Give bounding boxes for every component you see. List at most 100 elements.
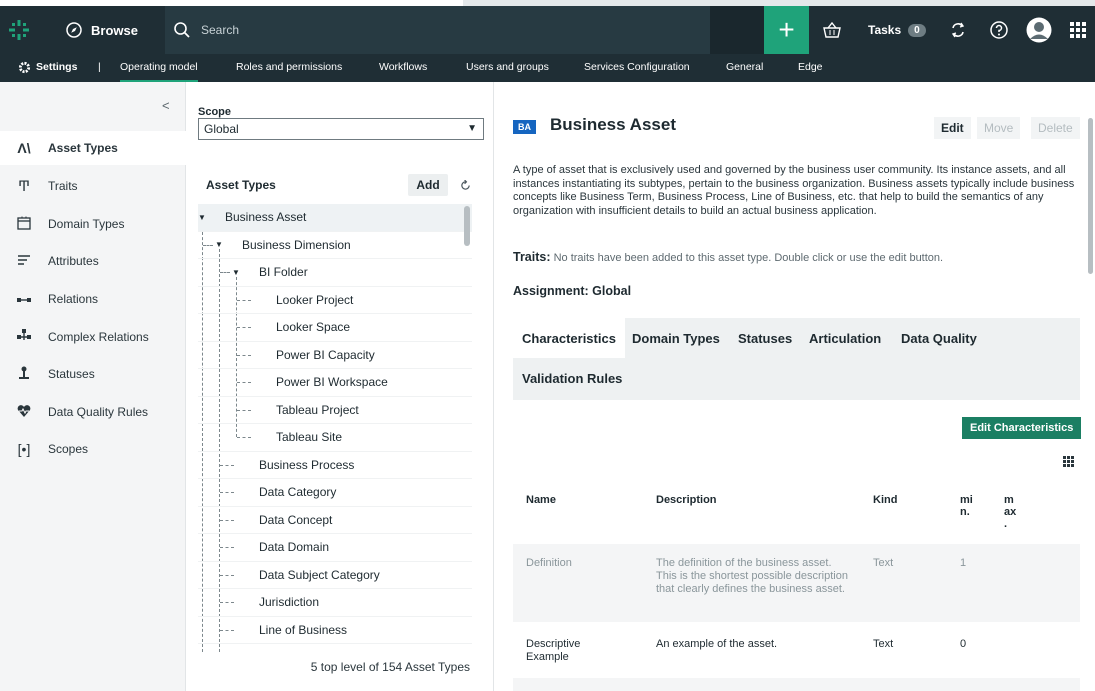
browse-label: Browse — [91, 22, 138, 38]
caret-down-icon: ▼ — [467, 123, 477, 134]
collapse-sidebar-button[interactable]: < — [162, 98, 170, 113]
avatar-icon — [1026, 17, 1052, 43]
tree-item-label: Looker Project — [276, 292, 354, 307]
tree-connector — [237, 299, 251, 301]
compass-icon — [66, 22, 82, 38]
row-description: An example of the asset. — [656, 638, 778, 650]
column-header-max[interactable]: m ax . — [1004, 494, 1016, 530]
user-avatar[interactable] — [1020, 6, 1058, 54]
tree-item-label: Jurisdiction — [259, 595, 320, 610]
tab-statuses[interactable]: Statuses — [729, 318, 801, 358]
settings-label: Settings — [36, 61, 78, 73]
sidebar-item-scopes[interactable]: [•] Scopes — [0, 432, 186, 466]
scope-select[interactable]: Global ▼ — [198, 118, 484, 140]
tab-users-and-groups[interactable]: Users and groups — [466, 54, 549, 82]
tab-validation-rules[interactable]: Validation Rules — [513, 358, 631, 398]
row-kind: Text — [873, 557, 894, 569]
create-button[interactable]: + — [764, 6, 809, 54]
tree-connector — [237, 354, 251, 356]
tree-item-line-of-business[interactable]: Line of Business — [198, 617, 472, 644]
tree-item-label: Business Process — [259, 457, 355, 472]
tree-connector — [220, 492, 234, 493]
edit-button[interactable]: Edit — [934, 117, 971, 139]
asset-types-panel: Scope Global ▼ Asset Types Add ▼ Busines… — [186, 82, 494, 691]
tree-item-label: Power BI Capacity — [276, 347, 375, 362]
sync-button[interactable] — [938, 6, 978, 54]
tab-workflows[interactable]: Workflows — [379, 54, 427, 82]
tab-general[interactable]: General — [726, 54, 763, 82]
search-input[interactable]: Search — [165, 6, 710, 54]
tree-item-power-bi-workspace[interactable]: Power BI Workspace — [198, 369, 472, 397]
move-button[interactable]: Move — [977, 117, 1021, 139]
refresh-button[interactable] — [454, 174, 476, 196]
sidebar-item-label: Domain Types — [48, 217, 125, 231]
detail-scrollbar[interactable] — [1088, 118, 1093, 274]
tree-item-power-bi-capacity[interactable]: Power BI Capacity — [198, 342, 472, 369]
tree-item-looker-space[interactable]: Looker Space — [198, 314, 472, 342]
tree-item-business-asset[interactable]: ▼ Business Asset — [198, 204, 472, 232]
search-icon — [174, 22, 190, 38]
add-asset-type-button[interactable]: Add — [408, 174, 448, 196]
tree-item-data-concept[interactable]: Data Concept — [198, 507, 472, 534]
tree-item-jurisdiction[interactable]: Jurisdiction — [198, 589, 472, 617]
tab-characteristics[interactable]: Characteristics — [513, 318, 625, 358]
expand-toggle-icon[interactable]: ▼ — [198, 213, 206, 222]
tree-item-label: Tableau Project — [276, 402, 359, 417]
edit-characteristics-button[interactable]: Edit Characteristics — [962, 417, 1082, 439]
column-header-min[interactable]: mi n. — [960, 494, 974, 518]
column-header-description[interactable]: Description — [656, 494, 717, 506]
sidebar-item-traits[interactable]: Ͳ Traits — [0, 169, 186, 203]
row-kind: Text — [873, 638, 894, 650]
search-placeholder: Search — [201, 23, 240, 37]
tab-operating-model[interactable]: Operating model — [120, 54, 198, 82]
sidebar-item-statuses[interactable]: Statuses — [0, 357, 186, 391]
sidebar-item-label: Attributes — [48, 254, 99, 268]
column-settings-icon[interactable] — [1063, 456, 1074, 470]
tab-articulation[interactable]: Articulation — [800, 318, 890, 358]
table-row[interactable] — [513, 678, 1080, 691]
tree-connector — [237, 409, 251, 411]
tree-item-bi-folder[interactable]: ▼ BI Folder — [198, 259, 472, 287]
tree-item-business-dimension[interactable]: ▼ Business Dimension — [198, 232, 472, 259]
asset-type-detail: BA Business Asset Edit Move Delete A typ… — [494, 82, 1095, 691]
help-icon — [990, 21, 1008, 39]
tree-item-data-subject-category[interactable]: Data Subject Category — [198, 562, 472, 589]
basket-button[interactable] — [810, 6, 854, 54]
tree-item-data-category[interactable]: Data Category — [198, 479, 472, 507]
sidebar-item-relations[interactable]: Relations — [0, 282, 186, 316]
expand-toggle-icon[interactable]: ▼ — [232, 268, 240, 277]
tree-item-looker-project[interactable]: Looker Project — [198, 287, 472, 314]
sidebar-item-asset-types[interactable]: Λ\ Asset Types — [0, 131, 186, 165]
sidebar-item-data-quality-rules[interactable]: Data Quality Rules — [0, 395, 186, 429]
topbar-spacer — [710, 6, 764, 54]
help-button[interactable] — [980, 6, 1018, 54]
app-launcher-button[interactable] — [1060, 6, 1095, 54]
sidebar-item-attributes[interactable]: Attributes — [0, 244, 186, 278]
column-header-kind[interactable]: Kind — [873, 494, 897, 506]
tree-item-tableau-site[interactable]: Tableau Site — [198, 424, 472, 452]
tab-data-quality[interactable]: Data Quality — [892, 318, 986, 358]
delete-button[interactable]: Delete — [1031, 117, 1080, 139]
tab-services-configuration[interactable]: Services Configuration — [584, 54, 690, 82]
tasks-button[interactable]: Tasks 0 — [856, 6, 936, 54]
tree-item-tableau-project[interactable]: Tableau Project — [198, 397, 472, 424]
expand-toggle-icon[interactable]: ▼ — [215, 240, 223, 249]
traits-section: Traits: No traits have been added to thi… — [513, 250, 943, 264]
tree-item-data-domain[interactable]: Data Domain — [198, 534, 472, 562]
tree-item-label: Power BI Workspace — [276, 375, 388, 390]
sidebar-item-label: Data Quality Rules — [48, 405, 149, 419]
tab-domain-types[interactable]: Domain Types — [623, 318, 729, 358]
traits-label: Traits: — [513, 250, 551, 264]
sidebar-item-label: Asset Types — [48, 141, 118, 155]
browse-button[interactable]: Browse — [52, 6, 165, 54]
tree-connector — [220, 629, 234, 631]
tab-roles-and-permissions[interactable]: Roles and permissions — [236, 54, 342, 82]
tree-scrollbar[interactable] — [464, 206, 470, 246]
app-logo-icon[interactable] — [0, 6, 38, 54]
tree-item-business-process[interactable]: Business Process — [198, 452, 472, 479]
tree-item-label: Data Domain — [259, 540, 330, 555]
tab-edge[interactable]: Edge — [798, 54, 823, 82]
sidebar-item-domain-types[interactable]: Domain Types — [0, 207, 186, 241]
sidebar-item-complex-relations[interactable]: Complex Relations — [0, 320, 186, 354]
column-header-name[interactable]: Name — [526, 494, 556, 506]
